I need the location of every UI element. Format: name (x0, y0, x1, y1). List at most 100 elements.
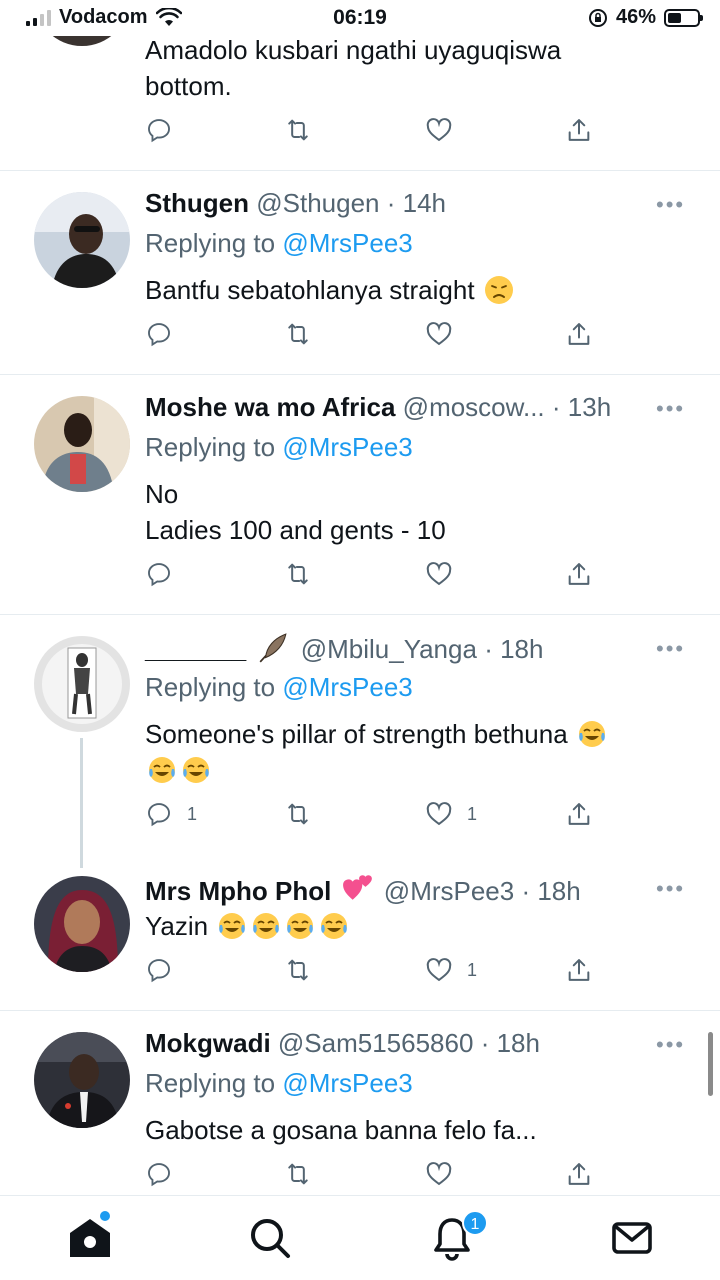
status-bar: Vodacom 06:19 46% (0, 0, 720, 36)
tweet-header: Mokgwadi @Sam51565860 · 18h (145, 1028, 540, 1059)
retweet-button[interactable] (283, 956, 313, 984)
share-icon (568, 1163, 590, 1185)
replying-prefix: Replying to (145, 672, 276, 702)
replying-to: Replying to @MrsPee3 (145, 228, 413, 259)
avatar[interactable] (34, 636, 130, 732)
heart-icon (426, 562, 452, 586)
retweet-button[interactable] (283, 1160, 313, 1188)
user-handle[interactable]: @moscow... (403, 392, 545, 422)
like-button[interactable] (425, 560, 453, 588)
share-icon (568, 323, 590, 345)
more-options-icon[interactable]: ••• (656, 636, 685, 662)
user-handle[interactable]: @MrsPee3 (384, 876, 514, 906)
tweet-text: No Ladies 100 and gents - 10 (145, 479, 446, 545)
like-button[interactable] (425, 320, 453, 348)
retweet-button[interactable] (283, 800, 313, 828)
mention-link[interactable]: @MrsPee3 (282, 1068, 412, 1098)
like-button[interactable]: 1 (425, 956, 477, 984)
display-name[interactable]: Sthugen (145, 188, 249, 218)
mention-link[interactable]: @MrsPee3 (282, 228, 412, 258)
messages-icon (612, 1222, 652, 1254)
reply-button[interactable] (145, 956, 173, 984)
share-icon (568, 119, 590, 141)
more-options-icon[interactable]: ••• (656, 876, 685, 902)
share-icon (568, 563, 590, 585)
divider (0, 1010, 720, 1011)
replying-to: Replying to @MrsPee3 (145, 432, 413, 463)
like-count: 1 (467, 803, 478, 824)
tweet-actions (145, 1160, 605, 1192)
display-name[interactable]: Mrs Mpho Phol (145, 876, 331, 906)
tweet-text: Amadolo kusbari ngathi uyaguqiswa bottom… (145, 35, 562, 101)
tweet-header: _______ @Mbilu_Yanga · 18h (145, 632, 543, 665)
heart-icon (426, 1162, 452, 1186)
home-icon (70, 1219, 110, 1257)
avatar[interactable] (34, 396, 130, 492)
display-name[interactable]: Moshe wa mo Africa (145, 392, 395, 422)
avatar-photo (34, 192, 130, 288)
user-handle[interactable]: @Sthugen (256, 188, 379, 218)
share-button[interactable] (565, 116, 593, 144)
nav-search[interactable] (246, 1214, 294, 1262)
share-button[interactable] (565, 800, 593, 828)
replying-prefix: Replying to (145, 432, 276, 462)
nav-home[interactable] (66, 1214, 114, 1262)
heart-icon (426, 322, 452, 346)
tweet-time: · 18h (521, 876, 581, 906)
disappointed-emoji-icon (484, 276, 513, 304)
replying-to: Replying to @MrsPee3 (145, 1068, 413, 1099)
reply-button[interactable] (145, 320, 173, 348)
avatar[interactable] (34, 192, 130, 288)
share-button[interactable] (565, 320, 593, 348)
retweet-icon (288, 119, 308, 141)
retweet-button[interactable] (283, 320, 313, 348)
more-options-icon[interactable]: ••• (656, 396, 685, 422)
share-icon (568, 959, 590, 981)
tears-of-joy-emoji-icon (183, 757, 209, 783)
tweet-time: · 13h (551, 392, 612, 422)
retweet-icon (288, 803, 308, 825)
tweet-time: · 14h (386, 188, 446, 218)
tweet-time: · 18h (480, 1028, 540, 1058)
user-handle[interactable]: @Mbilu_Yanga (301, 634, 477, 664)
two-hearts-emoji-icon (342, 875, 372, 900)
tears-of-joy-emoji-icon (578, 721, 605, 747)
more-options-icon[interactable]: ••• (656, 192, 685, 218)
scrollbar[interactable] (708, 1032, 713, 1096)
reply-button[interactable] (145, 1160, 173, 1188)
divider (0, 614, 720, 615)
share-button[interactable] (565, 956, 593, 984)
nav-messages[interactable] (608, 1214, 656, 1262)
like-button[interactable] (425, 1160, 453, 1188)
like-button[interactable] (425, 116, 453, 144)
retweet-icon (288, 959, 308, 981)
replying-to: Replying to @MrsPee3 (145, 672, 413, 703)
avatar[interactable] (34, 1032, 130, 1128)
replying-prefix: Replying to (145, 1068, 276, 1098)
avatar[interactable] (34, 876, 130, 972)
retweet-icon (288, 323, 308, 345)
divider (0, 170, 720, 171)
share-button[interactable] (565, 560, 593, 588)
display-name[interactable]: _______ (145, 634, 246, 664)
orientation-lock-icon (588, 8, 607, 27)
reply-button[interactable] (145, 560, 173, 588)
reply-feed[interactable]: Amadolo kusbari ngathi uyaguqiswa bottom… (0, 0, 720, 1195)
mention-link[interactable]: @MrsPee3 (282, 432, 412, 462)
reply-count: 1 (187, 803, 198, 824)
reply-button[interactable] (145, 116, 173, 144)
heart-icon (426, 958, 452, 982)
retweet-button[interactable] (283, 560, 313, 588)
display-name[interactable]: Mokgwadi (145, 1028, 271, 1058)
user-handle[interactable]: @Sam51565860 (278, 1028, 474, 1058)
like-button[interactable]: 1 (425, 800, 477, 828)
reply-button[interactable]: 1 (145, 800, 197, 828)
share-button[interactable] (565, 1160, 593, 1188)
more-options-icon[interactable]: ••• (656, 1032, 685, 1058)
retweet-button[interactable] (283, 116, 313, 144)
avatar-photo (34, 636, 130, 732)
tweet-actions: 1 1 (145, 800, 605, 832)
tears-of-joy-emoji-icon (149, 757, 175, 783)
retweet-icon (288, 563, 308, 585)
mention-link[interactable]: @MrsPee3 (282, 672, 412, 702)
